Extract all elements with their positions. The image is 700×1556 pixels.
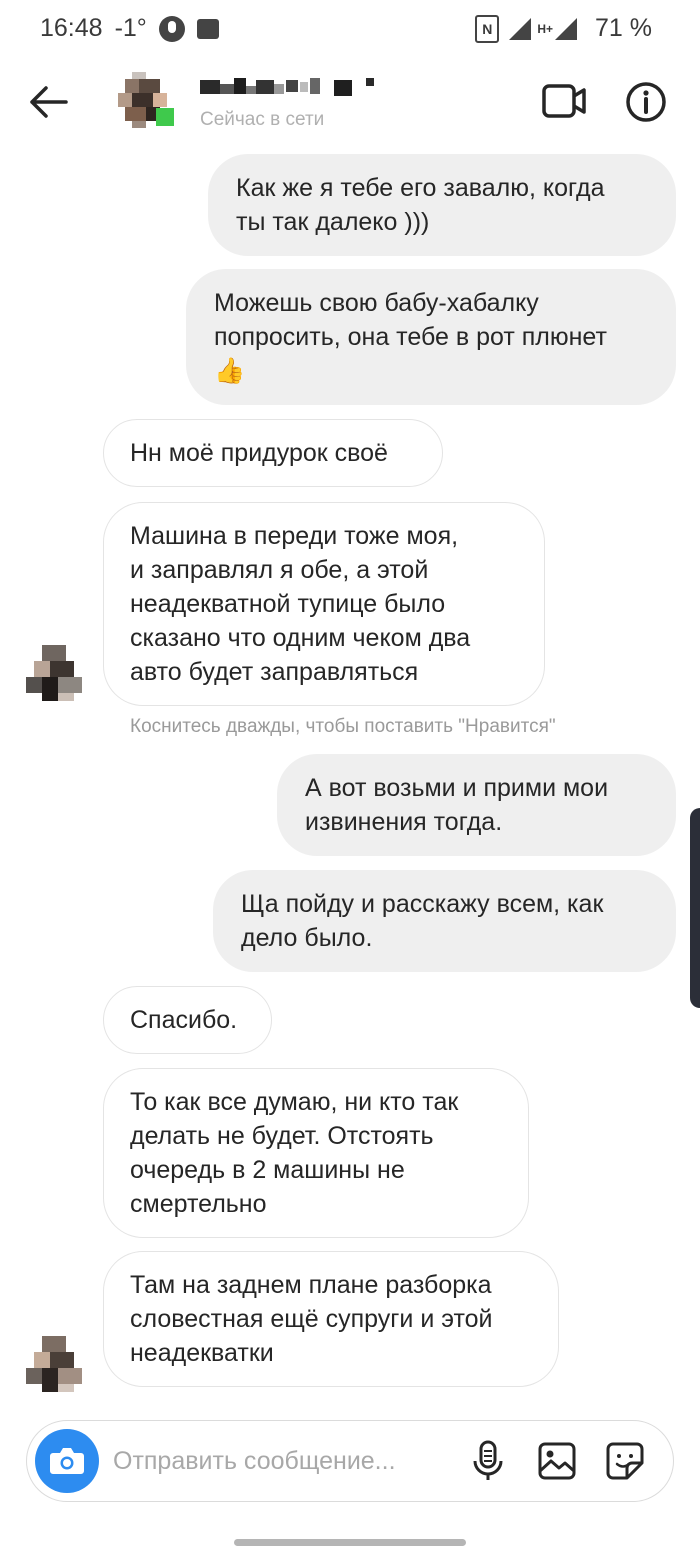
- contact-avatar-small[interactable]: [26, 645, 82, 701]
- signal-icon-2: [555, 17, 578, 40]
- message-incoming[interactable]: Спасибо.: [103, 986, 272, 1054]
- sticker-icon[interactable]: [605, 1441, 645, 1481]
- message-outgoing[interactable]: Как же я тебе его завалю, когда ты так д…: [208, 154, 676, 256]
- signal-icon: [509, 17, 532, 40]
- message-outgoing[interactable]: Ща пойду и расскажу всем, как дело было.: [213, 870, 676, 972]
- nfc-icon: N: [475, 14, 500, 43]
- message-incoming[interactable]: То как все думаю, ни кто так делать не б…: [103, 1068, 529, 1238]
- camera-icon: [50, 1448, 84, 1474]
- screenshot-notification-icon: [196, 18, 219, 39]
- camera-button[interactable]: [35, 1429, 99, 1493]
- voice-assistant-icon: [158, 15, 185, 42]
- edge-panel-handle[interactable]: [690, 808, 700, 1008]
- status-bar: 16:48 -1° N H+ 71 %: [0, 0, 700, 60]
- message-incoming[interactable]: Там на заднем плане разборка словестная …: [103, 1251, 559, 1387]
- status-temperature: -1°: [114, 14, 147, 42]
- video-camera-icon[interactable]: [541, 80, 587, 122]
- status-right: N H+ 71 %: [475, 14, 652, 43]
- battery-level: 71 %: [595, 14, 652, 42]
- chat-header: Сейчас в сети: [0, 62, 700, 144]
- home-indicator[interactable]: [234, 1539, 466, 1546]
- contact-name-redacted: [200, 78, 374, 96]
- contact-avatar-small[interactable]: [26, 1336, 82, 1392]
- arrow-left-icon[interactable]: [26, 80, 70, 124]
- message-outgoing[interactable]: Можешь свою бабу-хабалку попросить, она …: [186, 269, 676, 405]
- message-composer: [26, 1420, 674, 1502]
- like-hint: Коснитесь дважды, чтобы поставить "Нрави…: [130, 716, 556, 737]
- message-incoming[interactable]: Машина в переди тоже моя, и заправлял я …: [103, 502, 545, 706]
- message-outgoing[interactable]: А вот возьми и прими мои извинения тогда…: [277, 754, 676, 856]
- contact-status: Сейчас в сети: [200, 109, 325, 130]
- status-left: 16:48 -1°: [40, 14, 219, 43]
- network-type: H+: [537, 21, 554, 36]
- status-time: 16:48: [40, 14, 103, 42]
- message-input[interactable]: [113, 1439, 453, 1483]
- gallery-icon[interactable]: [537, 1441, 577, 1481]
- info-icon[interactable]: [624, 80, 668, 124]
- message-incoming[interactable]: Нн моё придурок своё: [103, 419, 443, 487]
- microphone-icon[interactable]: [471, 1439, 505, 1483]
- online-indicator: [156, 108, 174, 126]
